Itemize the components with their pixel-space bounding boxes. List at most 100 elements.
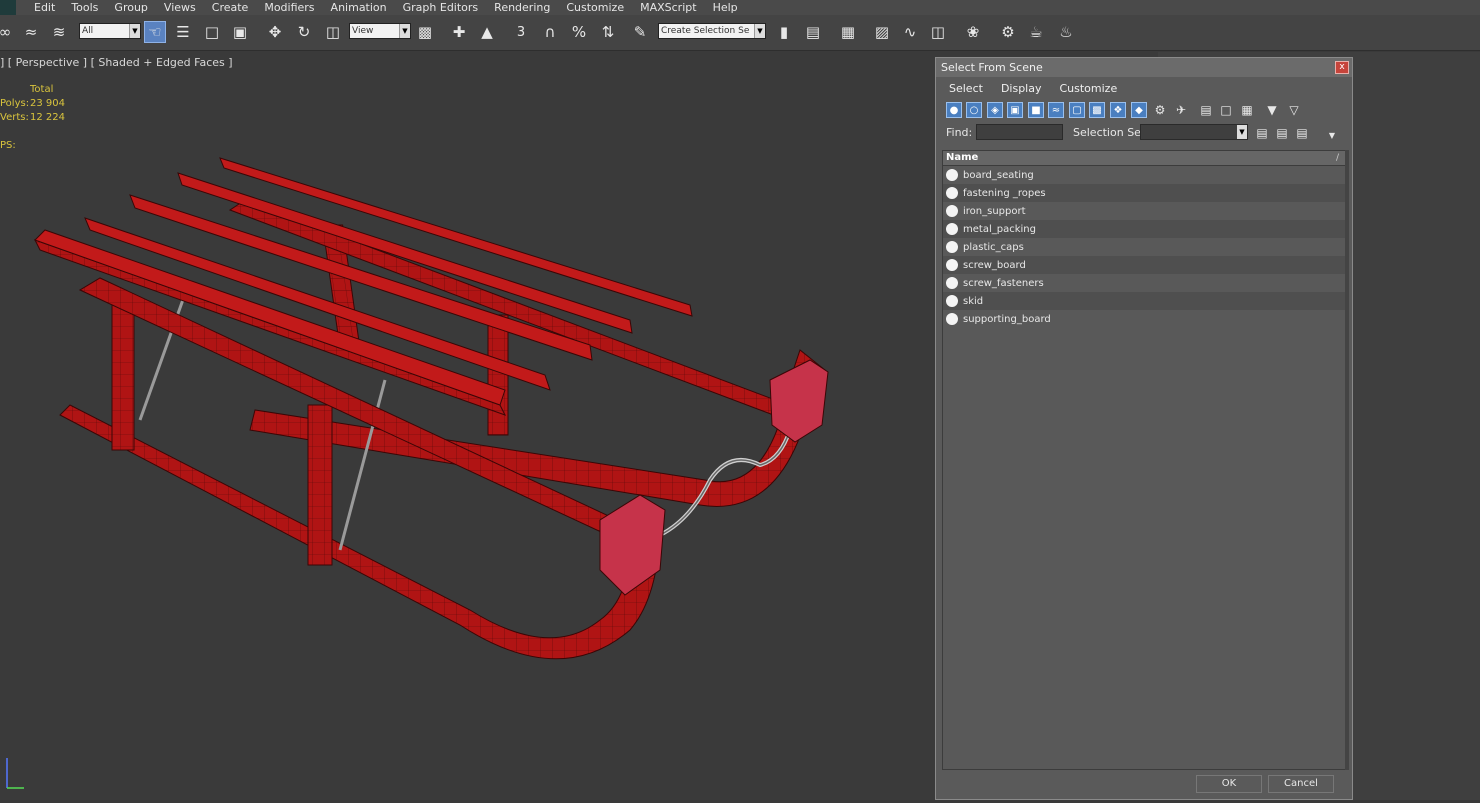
object-list[interactable]: Name / board_seating fastening _ropes ir… — [942, 150, 1346, 770]
select-manipulate-icon[interactable]: ✚ — [448, 21, 470, 43]
select-by-name-icon[interactable]: ☰ — [172, 21, 194, 43]
menu-help[interactable]: Help — [707, 0, 748, 15]
list-item[interactable]: metal_packing — [943, 220, 1345, 238]
selection-set-label: Selection Set: — [1073, 126, 1149, 139]
curve-editor-icon[interactable]: ∿ — [899, 21, 921, 43]
polys-value: 23 904 — [30, 98, 65, 109]
dialog-menu-customize[interactable]: Customize — [1059, 82, 1117, 95]
menu-maxscript[interactable]: MAXScript — [634, 0, 706, 15]
perspective-viewport[interactable] — [0, 50, 935, 800]
mirror-icon[interactable]: ▮ — [773, 21, 795, 43]
filter-icon[interactable]: ▼ — [1264, 102, 1280, 118]
geometry-icon — [946, 277, 958, 289]
dialog-menu: Select Display Customize — [936, 77, 1352, 99]
viewport-label[interactable]: ] [ Perspective ] [ Shaded + Edged Faces… — [0, 56, 233, 69]
menu-group[interactable]: Group — [108, 0, 158, 15]
display-bones-icon[interactable]: ❖ — [1110, 102, 1126, 118]
menu-bar: Edit Tools Group Views Create Modifiers … — [0, 0, 1480, 15]
menu-views[interactable]: Views — [158, 0, 206, 15]
ribbon-icon[interactable]: ▨ — [871, 21, 893, 43]
sort-arrow-icon: / — [1335, 153, 1339, 163]
name-column-header[interactable]: Name / — [943, 151, 1345, 166]
list-item[interactable]: supporting_board — [943, 310, 1345, 328]
display-shapes-icon[interactable]: ○ — [966, 102, 982, 118]
list-item[interactable]: plastic_caps — [943, 238, 1345, 256]
edit-named-selection-icon[interactable]: ✎ — [629, 21, 651, 43]
display-xrefs-icon[interactable]: ▩ — [1089, 102, 1105, 118]
remove-from-set-icon[interactable]: ▤ — [1294, 125, 1310, 141]
display-invert-icon[interactable]: ▦ — [1239, 102, 1255, 118]
select-from-scene-dialog: Select From Scene x Select Display Custo… — [935, 57, 1353, 800]
select-object-icon[interactable]: ☜ — [144, 21, 166, 43]
material-editor-icon[interactable]: ❀ — [962, 21, 984, 43]
named-selection-set-dropdown[interactable]: Create Selection Se ▼ — [658, 23, 766, 39]
bind-spacewarp-icon[interactable]: ≋ — [48, 21, 70, 43]
display-frozen-icon[interactable]: ⚙ — [1152, 102, 1168, 118]
menu-edit[interactable]: Edit — [28, 0, 65, 15]
display-all-icon[interactable]: ▤ — [1198, 102, 1214, 118]
align-icon[interactable]: ▤ — [802, 21, 824, 43]
menu-tools[interactable]: Tools — [65, 0, 108, 15]
menu-rendering[interactable]: Rendering — [488, 0, 560, 15]
link-icon[interactable]: ∞ — [0, 21, 16, 43]
percent-snap-icon[interactable]: % — [568, 21, 590, 43]
rotate-icon[interactable]: ↻ — [293, 21, 315, 43]
render-production-icon[interactable]: ♨ — [1055, 21, 1077, 43]
list-item[interactable]: screw_fasteners — [943, 274, 1345, 292]
list-item[interactable]: skid — [943, 292, 1345, 310]
display-helpers-icon[interactable]: ■ — [1028, 102, 1044, 118]
list-item[interactable]: screw_board — [943, 256, 1345, 274]
list-item[interactable]: iron_support — [943, 202, 1345, 220]
find-input[interactable] — [976, 124, 1063, 140]
cancel-button[interactable]: Cancel — [1268, 775, 1334, 793]
rect-region-icon[interactable]: □ — [201, 21, 223, 43]
list-item[interactable]: board_seating — [943, 166, 1345, 184]
selection-filter-dropdown[interactable]: All ▼ — [79, 23, 141, 39]
rendered-frame-icon[interactable]: ☕ — [1025, 21, 1047, 43]
expand-icon[interactable]: ▼ — [1324, 127, 1340, 143]
unlink-icon[interactable]: ≈ — [20, 21, 42, 43]
pivot-center-icon[interactable]: ▩ — [414, 21, 436, 43]
menu-modifiers[interactable]: Modifiers — [258, 0, 324, 15]
display-geometry-icon[interactable]: ● — [946, 102, 962, 118]
display-hidden-icon[interactable]: ✈ — [1173, 102, 1189, 118]
keyboard-shortcut-icon[interactable]: ▲ — [476, 21, 498, 43]
create-set-icon[interactable]: ▤ — [1254, 125, 1270, 141]
spinner-snap-icon[interactable]: ⇅ — [597, 21, 619, 43]
list-item[interactable]: fastening _ropes — [943, 184, 1345, 202]
dialog-title: Select From Scene — [941, 61, 1043, 74]
reference-coordinate-dropdown[interactable]: View ▼ — [349, 23, 411, 39]
app-button[interactable] — [0, 0, 16, 15]
scale-icon[interactable]: ◫ — [322, 21, 344, 43]
menu-animation[interactable]: Animation — [325, 0, 397, 15]
move-icon[interactable]: ✥ — [264, 21, 286, 43]
render-setup-icon[interactable]: ⚙ — [997, 21, 1019, 43]
display-containers-icon[interactable]: ◆ — [1131, 102, 1147, 118]
add-to-set-icon[interactable]: ▤ — [1274, 125, 1290, 141]
filter-options-icon[interactable]: ▽ — [1286, 102, 1302, 118]
display-none-icon[interactable]: □ — [1218, 102, 1234, 118]
menu-graph-editors[interactable]: Graph Editors — [397, 0, 489, 15]
sled-model — [33, 157, 829, 660]
layer-manager-icon[interactable]: ▦ — [837, 21, 859, 43]
geometry-icon — [946, 241, 958, 253]
axis-tripod-icon — [2, 750, 32, 793]
window-crossing-icon[interactable]: ▣ — [229, 21, 251, 43]
geometry-icon — [946, 295, 958, 307]
list-scrollbar[interactable] — [1345, 150, 1349, 770]
ok-button[interactable]: OK — [1196, 775, 1262, 793]
snap-toggle-icon[interactable]: 3 — [510, 21, 532, 43]
schematic-view-icon[interactable]: ◫ — [927, 21, 949, 43]
display-cameras-icon[interactable]: ▣ — [1007, 102, 1023, 118]
close-icon[interactable]: x — [1335, 61, 1349, 74]
menu-create[interactable]: Create — [206, 0, 259, 15]
display-lights-icon[interactable]: ◈ — [987, 102, 1003, 118]
display-spacewarps-icon[interactable]: ≈ — [1048, 102, 1064, 118]
selection-set-dropdown[interactable]: ▼ — [1140, 124, 1248, 140]
angle-snap-icon[interactable]: ∩ — [539, 21, 561, 43]
dialog-title-bar[interactable]: Select From Scene x — [936, 58, 1352, 77]
menu-customize[interactable]: Customize — [560, 0, 634, 15]
dialog-menu-select[interactable]: Select — [949, 82, 983, 95]
dialog-menu-display[interactable]: Display — [1001, 82, 1042, 95]
display-groups-icon[interactable]: ▢ — [1069, 102, 1085, 118]
